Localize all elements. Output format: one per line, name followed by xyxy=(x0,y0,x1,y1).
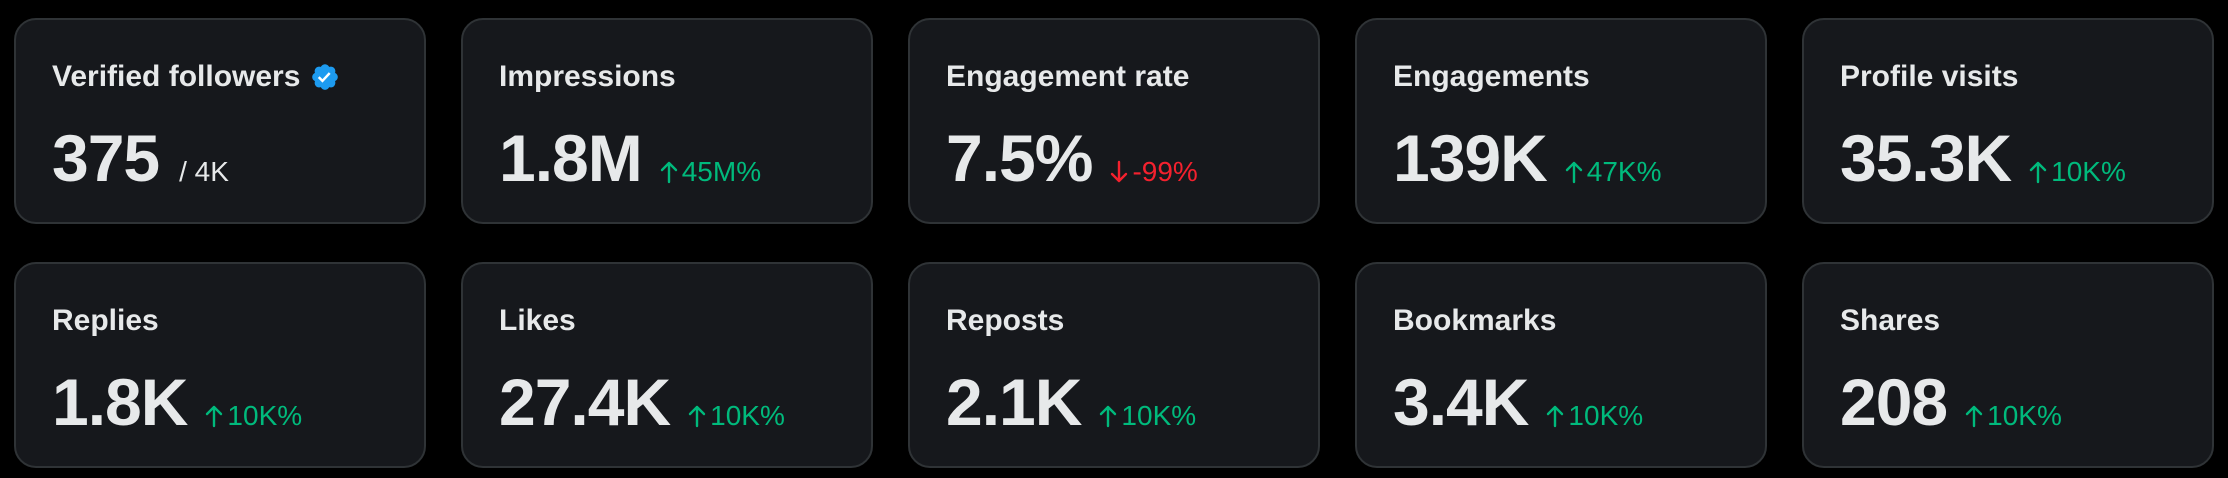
card-label-row: Shares xyxy=(1840,304,1940,338)
card-shares[interactable]: Shares 208 10K% xyxy=(1802,262,2214,468)
card-label-row: Replies xyxy=(52,304,159,338)
card-delta: -99% xyxy=(1110,156,1198,188)
card-verified-followers[interactable]: Verified followers 375 / 4K xyxy=(14,18,426,224)
card-delta-value: 10K% xyxy=(2051,156,2126,187)
card-value: 1.8M xyxy=(499,121,643,195)
card-label-row: Engagement rate xyxy=(946,60,1189,94)
card-value: 35.3K xyxy=(1840,121,2012,195)
verified-badge-icon xyxy=(310,62,340,92)
card-replies[interactable]: Replies 1.8K 10K% xyxy=(14,262,426,468)
card-value-row: 1.8K 10K% xyxy=(52,364,302,440)
card-delta-value: 10K% xyxy=(1121,400,1197,431)
card-delta: 10K% xyxy=(2029,156,2126,188)
arrow-up-icon xyxy=(1565,160,1583,184)
card-value: 375 xyxy=(52,121,160,195)
card-value-row: 2.1K 10K% xyxy=(946,364,1196,440)
card-reposts[interactable]: Reposts 2.1K 10K% xyxy=(908,262,1320,468)
card-delta-value: 10K% xyxy=(227,400,303,431)
card-delta: 45M% xyxy=(660,156,761,188)
card-label: Reposts xyxy=(946,304,1065,337)
card-label-row: Impressions xyxy=(499,60,676,94)
card-delta-value: 10K% xyxy=(1987,400,2062,431)
arrow-up-icon xyxy=(660,160,678,184)
card-label: Engagement rate xyxy=(946,60,1190,93)
card-total: / 4K xyxy=(179,156,229,187)
card-value-row: 27.4K 10K% xyxy=(499,364,785,440)
card-label: Shares xyxy=(1840,304,1941,337)
arrow-up-icon xyxy=(688,404,706,428)
card-bookmarks[interactable]: Bookmarks 3.4K 10K% xyxy=(1355,262,1767,468)
card-delta-value: -99% xyxy=(1132,156,1198,187)
card-delta: 10K% xyxy=(1546,400,1643,432)
card-label: Likes xyxy=(499,304,576,337)
arrow-down-icon xyxy=(1110,160,1128,184)
card-delta-value: 45M% xyxy=(681,156,762,187)
card-value: 1.8K xyxy=(52,365,188,439)
card-value: 208 xyxy=(1840,365,1948,439)
card-label-row: Likes xyxy=(499,304,576,338)
card-delta-value: 10K% xyxy=(710,400,785,431)
card-delta: 10K% xyxy=(205,400,302,432)
card-value-row: 208 10K% xyxy=(1840,364,2062,440)
card-label-row: Reposts xyxy=(946,304,1064,338)
card-value-row: 1.8M 45M% xyxy=(499,120,761,196)
card-value-row: 139K 47K% xyxy=(1393,120,1662,196)
card-label: Impressions xyxy=(499,60,676,93)
card-delta-value: 10K% xyxy=(1568,400,1644,431)
card-label: Engagements xyxy=(1393,60,1590,93)
card-value: 27.4K xyxy=(499,365,671,439)
card-label: Profile visits xyxy=(1840,60,2019,93)
card-engagement-rate[interactable]: Engagement rate 7.5% -99% xyxy=(908,18,1320,224)
card-value: 139K xyxy=(1393,121,1548,195)
arrow-up-icon xyxy=(1099,404,1117,428)
card-label-row: Verified followers xyxy=(52,60,340,94)
card-label: Verified followers xyxy=(52,60,301,93)
card-value-row: 35.3K 10K% xyxy=(1840,120,2126,196)
card-delta: 10K% xyxy=(688,400,785,432)
card-label-row: Bookmarks xyxy=(1393,304,1556,338)
card-delta: 47K% xyxy=(1565,156,1662,188)
card-likes[interactable]: Likes 27.4K 10K% xyxy=(461,262,873,468)
card-value-row: 3.4K 10K% xyxy=(1393,364,1643,440)
arrow-up-icon xyxy=(205,404,223,428)
card-value-row: 375 / 4K xyxy=(52,120,229,196)
card-value: 3.4K xyxy=(1393,365,1529,439)
card-value-row: 7.5% -99% xyxy=(946,120,1198,196)
card-label-row: Engagements xyxy=(1393,60,1590,94)
card-impressions[interactable]: Impressions 1.8M 45M% xyxy=(461,18,873,224)
card-profile-visits[interactable]: Profile visits 35.3K 10K% xyxy=(1802,18,2214,224)
card-value: 2.1K xyxy=(946,365,1082,439)
card-delta: 10K% xyxy=(1099,400,1196,432)
card-delta-value: 47K% xyxy=(1586,156,1662,187)
arrow-up-icon xyxy=(1965,404,1983,428)
card-engagements[interactable]: Engagements 139K 47K% xyxy=(1355,18,1767,224)
card-delta: 10K% xyxy=(1965,400,2062,432)
card-label: Replies xyxy=(52,304,159,337)
metrics-grid: Verified followers 375 / 4K Impressions … xyxy=(0,0,2228,478)
arrow-up-icon xyxy=(1546,404,1564,428)
card-label-row: Profile visits xyxy=(1840,60,2018,94)
card-value: 7.5% xyxy=(946,121,1093,195)
card-label: Bookmarks xyxy=(1393,304,1557,337)
arrow-up-icon xyxy=(2029,160,2047,184)
